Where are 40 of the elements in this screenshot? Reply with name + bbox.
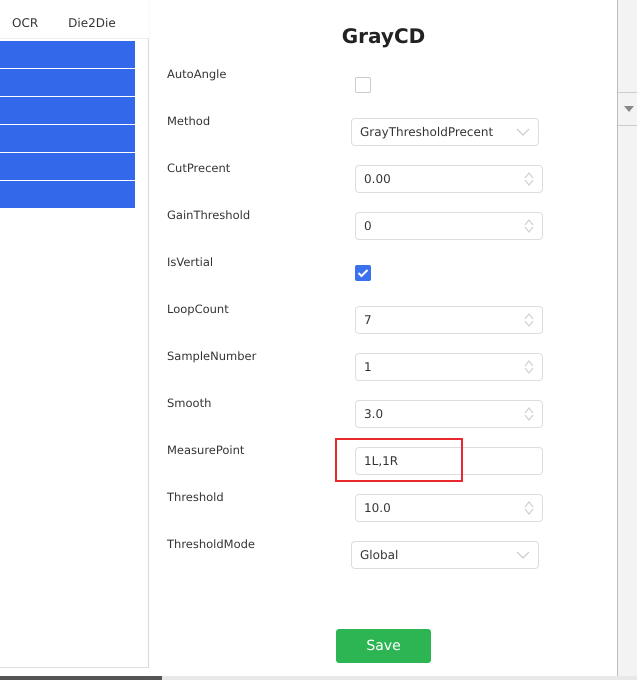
number-field[interactable]: 7 — [355, 306, 543, 334]
field-label: LoopCount — [166, 301, 230, 316]
number-field[interactable]: 3.0 — [355, 400, 543, 428]
list-row[interactable] — [0, 69, 135, 96]
field-label: MeasurePoint — [166, 442, 246, 457]
field-label: AutoAngle — [166, 66, 228, 81]
spinner-icon[interactable] — [524, 312, 534, 328]
field-label: GainThreshold — [166, 207, 252, 222]
spinner-icon[interactable] — [524, 218, 534, 234]
dropdown-arrow-icon[interactable] — [624, 106, 634, 112]
list-row[interactable] — [0, 97, 135, 124]
dropdown[interactable]: Global — [351, 540, 539, 568]
dropdown[interactable]: GrayThresholdPrecent — [351, 118, 539, 146]
list-row[interactable] — [0, 41, 135, 68]
list-row[interactable] — [0, 153, 135, 180]
number-field[interactable]: 10.0 — [355, 494, 543, 522]
chevron-down-icon — [516, 128, 530, 136]
field-label: IsVertial — [166, 254, 214, 269]
spinner-icon[interactable] — [524, 500, 534, 516]
chevron-down-icon — [516, 550, 530, 558]
number-field[interactable]: 0 — [355, 212, 543, 240]
number-field[interactable]: 1 — [355, 352, 543, 380]
field-label: Method — [166, 113, 212, 128]
dialog-title: GrayCD — [340, 23, 426, 50]
field-label: ThresholdMode — [166, 536, 256, 551]
input-field[interactable]: 1L,1R — [355, 446, 543, 474]
checkbox[interactable] — [355, 76, 371, 92]
list-row[interactable] — [0, 181, 135, 208]
field-label: SampleNumber — [166, 348, 258, 363]
number-field[interactable]: 0.00 — [355, 164, 543, 192]
field-label: Smooth — [166, 395, 212, 410]
spinner-icon[interactable] — [524, 170, 534, 186]
list-row[interactable] — [0, 125, 135, 152]
field-label: CutPrecent — [166, 160, 232, 175]
checkbox[interactable] — [355, 264, 371, 280]
field-label: Threshold — [166, 489, 225, 504]
spinner-icon[interactable] — [524, 358, 534, 374]
spinner-icon[interactable] — [524, 406, 534, 422]
tab[interactable]: Die2Die — [68, 16, 116, 30]
tab[interactable]: OCR — [12, 16, 38, 30]
